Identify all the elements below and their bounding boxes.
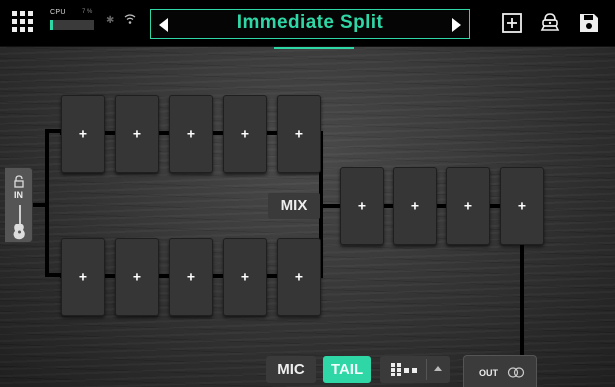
divider xyxy=(426,359,427,380)
bluetooth-icon: ✱ xyxy=(106,15,115,26)
add-block-icon: + xyxy=(240,268,250,285)
cpu-meter-fill xyxy=(50,20,53,30)
add-block-icon: + xyxy=(463,197,473,214)
block-slot-top-4[interactable]: + xyxy=(223,95,267,173)
view-toggle-button[interactable] xyxy=(380,356,450,383)
guitar-icon xyxy=(13,205,25,240)
add-block-icon: + xyxy=(357,197,367,214)
grid-view-icon xyxy=(391,363,417,376)
block-slot-top-2[interactable]: + xyxy=(115,95,159,173)
input-panel[interactable]: IN xyxy=(5,167,33,243)
stereo-link-icon xyxy=(507,367,525,378)
mix-block[interactable]: MIX xyxy=(268,193,320,219)
add-block-icon: + xyxy=(186,125,196,142)
add-block-icon: + xyxy=(410,197,420,214)
add-block-icon: + xyxy=(294,125,304,142)
preset-underline xyxy=(274,47,354,49)
preset-selector[interactable]: Immediate Split xyxy=(150,9,470,39)
grid-menu-icon[interactable] xyxy=(12,11,34,33)
block-slot-post-4[interactable]: + xyxy=(500,167,544,245)
cpu-percent: 7 % xyxy=(82,9,93,15)
lock-icon xyxy=(14,175,24,188)
output-label: OUT xyxy=(479,368,498,378)
block-slot-bottom-3[interactable]: + xyxy=(169,238,213,316)
input-label: IN xyxy=(14,190,23,200)
block-slot-post-3[interactable]: + xyxy=(446,167,490,245)
add-block-icon: + xyxy=(132,125,142,142)
block-slot-post-1[interactable]: + xyxy=(340,167,384,245)
cpu-label: CPU xyxy=(50,9,66,16)
save-icon[interactable] xyxy=(577,11,601,35)
block-slot-top-1[interactable]: + xyxy=(61,95,105,173)
add-block-icon: + xyxy=(294,268,304,285)
mic-button[interactable]: MIC xyxy=(266,356,316,383)
add-block-icon: + xyxy=(240,125,250,142)
block-slot-bottom-1[interactable]: + xyxy=(61,238,105,316)
block-slot-top-3[interactable]: + xyxy=(169,95,213,173)
tail-button[interactable]: TAIL xyxy=(323,356,371,383)
chevron-right-icon[interactable] xyxy=(452,18,461,32)
wifi-icon xyxy=(124,14,136,24)
add-block-icon: + xyxy=(78,125,88,142)
output-panel[interactable]: OUT xyxy=(463,355,537,387)
add-block-icon: + xyxy=(132,268,142,285)
chain-wire xyxy=(45,129,49,277)
amp-tuner-icon[interactable] xyxy=(538,11,562,35)
block-slot-post-2[interactable]: + xyxy=(393,167,437,245)
block-slot-bottom-2[interactable]: + xyxy=(115,238,159,316)
cpu-meter xyxy=(50,20,94,30)
add-block-icon: + xyxy=(186,268,196,285)
add-block-icon: + xyxy=(517,197,527,214)
block-slot-bottom-5[interactable]: + xyxy=(277,238,321,316)
top-bar: CPU 7 % ✱ Immediate Split xyxy=(0,0,615,47)
caret-up-icon[interactable] xyxy=(434,366,442,371)
block-slot-top-5[interactable]: + xyxy=(277,95,321,173)
add-block-icon: + xyxy=(78,268,88,285)
preset-name[interactable]: Immediate Split xyxy=(151,12,469,34)
add-box-icon[interactable] xyxy=(500,11,524,35)
block-slot-bottom-4[interactable]: + xyxy=(223,238,267,316)
